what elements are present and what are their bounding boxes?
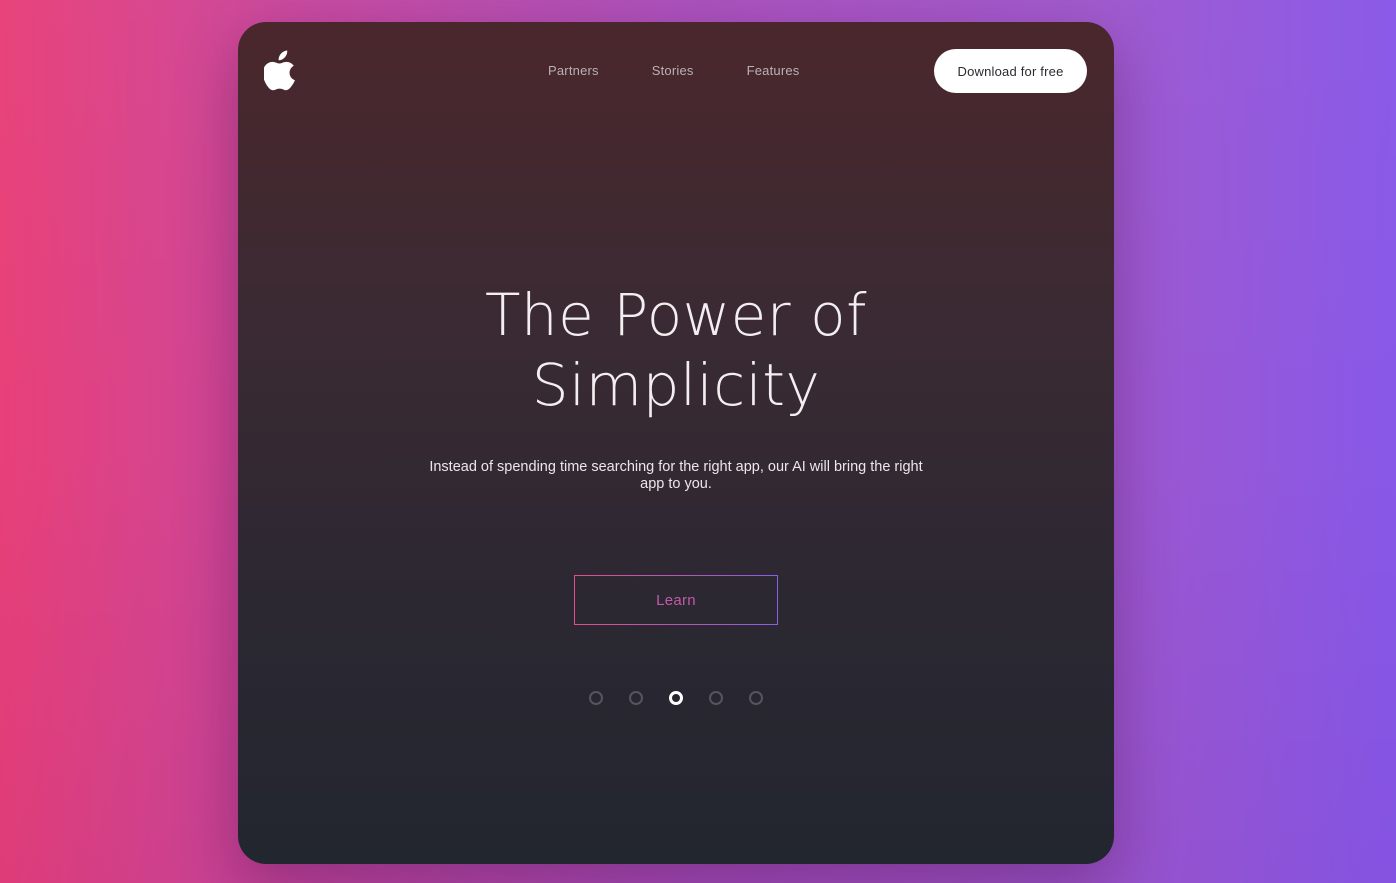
main-nav: Partners Stories Features: [548, 63, 800, 79]
download-button[interactable]: Download for free: [934, 49, 1087, 93]
carousel-dot-4[interactable]: [709, 691, 723, 705]
learn-button[interactable]: Learn: [574, 575, 778, 625]
hero-title-line-2: Simplicity: [531, 351, 821, 419]
nav-link-partners[interactable]: Partners: [548, 63, 599, 79]
carousel-pagination: [589, 691, 763, 705]
hero-title-line-1: The Power of: [484, 281, 867, 349]
carousel-dot-3[interactable]: [669, 691, 683, 705]
hero-subtitle: Instead of spending time searching for t…: [429, 459, 923, 492]
hero-title: The Power of Simplicity: [238, 280, 1114, 420]
nav-link-features[interactable]: Features: [747, 63, 800, 79]
carousel-dot-1[interactable]: [589, 691, 603, 705]
hero-card: Partners Stories Features Download for f…: [238, 22, 1114, 864]
nav-link-stories[interactable]: Stories: [652, 63, 694, 79]
carousel-dot-5[interactable]: [749, 691, 763, 705]
apple-logo-icon[interactable]: [264, 50, 298, 92]
carousel-dot-2[interactable]: [629, 691, 643, 705]
